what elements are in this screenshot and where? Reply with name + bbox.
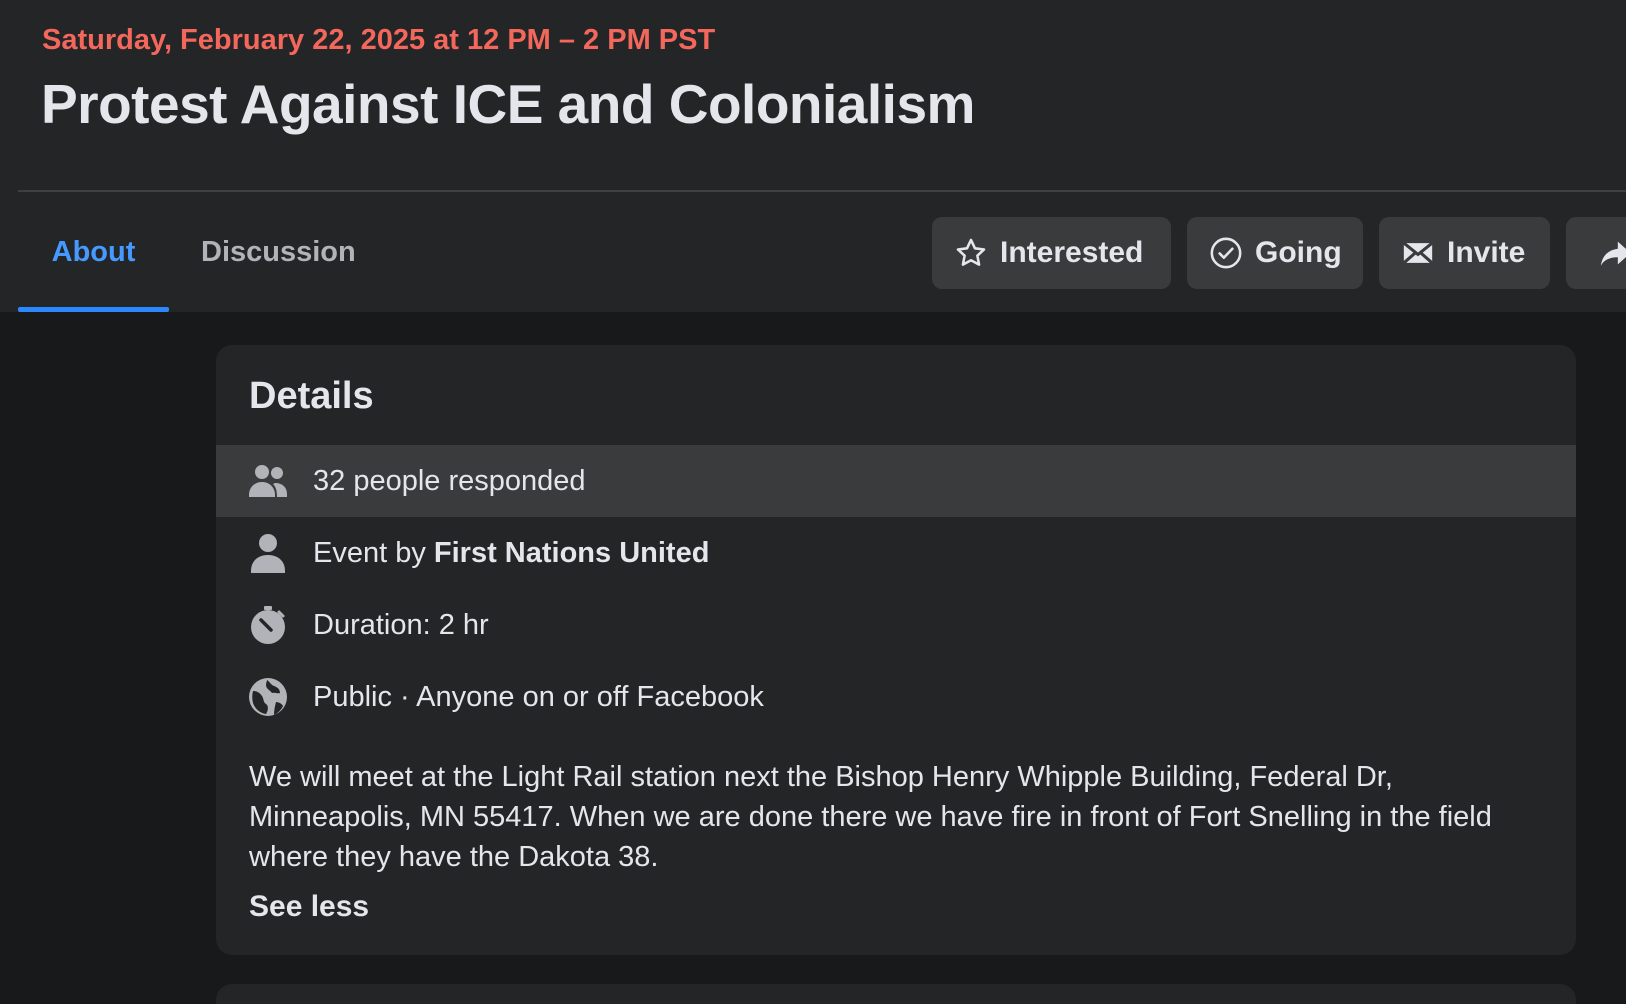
tab-discussion-label: Discussion: [201, 235, 356, 268]
invite-button[interactable]: Invite: [1379, 217, 1550, 289]
interested-label: Interested: [1000, 236, 1144, 269]
share-arrow-icon: [1598, 236, 1626, 270]
details-card: Details 32 people responded Event by Fir…: [216, 345, 1576, 955]
going-button[interactable]: Going: [1187, 217, 1363, 289]
event-description: We will meet at the Light Rail station n…: [249, 761, 1492, 873]
see-less-button[interactable]: See less: [249, 890, 369, 924]
stopwatch-icon: [248, 605, 288, 645]
invite-label: Invite: [1447, 236, 1526, 269]
details-heading: Details: [249, 375, 374, 417]
next-card: [216, 984, 1576, 1004]
responded-row[interactable]: 32 people responded: [216, 445, 1576, 517]
interested-button[interactable]: Interested: [932, 217, 1171, 289]
globe-icon: [248, 677, 288, 717]
event-header: Saturday, February 22, 2025 at 12 PM – 2…: [0, 0, 1626, 312]
privacy-row: Public · Anyone on or off Facebook: [216, 661, 1576, 733]
event-date: Saturday, February 22, 2025 at 12 PM – 2…: [42, 24, 716, 56]
event-by-row: Event by First Nations United: [216, 517, 1576, 589]
person-icon: [248, 533, 288, 573]
event-by-prefix: Event by: [313, 536, 434, 569]
people-icon: [248, 461, 288, 501]
tab-about[interactable]: About: [18, 192, 169, 312]
duration-row: Duration: 2 hr: [216, 589, 1576, 661]
event-by-text: Event by First Nations United: [313, 537, 709, 570]
active-tab-indicator: [18, 307, 169, 312]
going-label: Going: [1255, 236, 1342, 269]
check-circle-icon: [1209, 236, 1243, 270]
envelope-icon: [1401, 236, 1435, 270]
tab-about-label: About: [51, 235, 136, 268]
host-link[interactable]: First Nations United: [434, 537, 710, 569]
event-title: Protest Against ICE and Colonialism: [41, 73, 975, 135]
tab-discussion[interactable]: Discussion: [201, 192, 356, 312]
duration-text: Duration: 2 hr: [313, 608, 489, 641]
privacy-text: Public · Anyone on or off Facebook: [313, 680, 764, 713]
share-button[interactable]: [1566, 217, 1626, 289]
responded-text: 32 people responded: [313, 464, 586, 497]
star-icon: [954, 236, 988, 270]
